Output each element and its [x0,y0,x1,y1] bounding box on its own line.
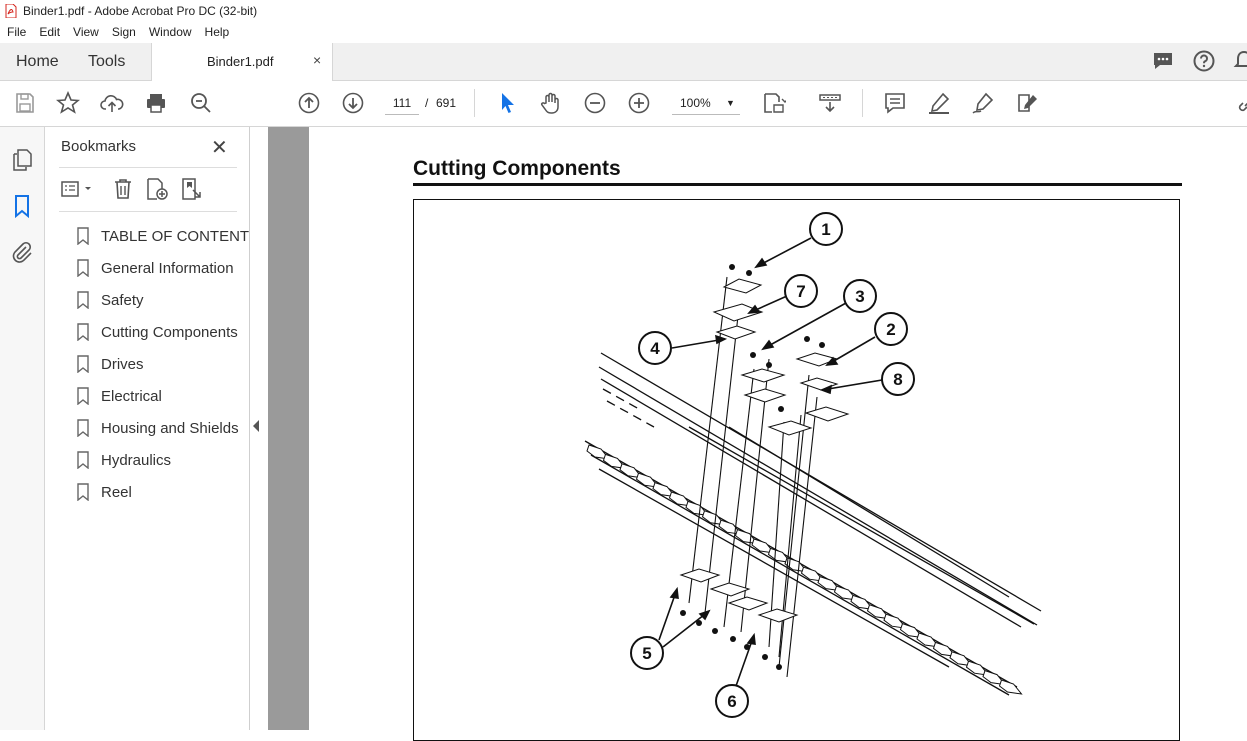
toolbar-divider [862,89,863,117]
toolbar-divider [474,89,475,117]
menu-window[interactable]: Window [142,25,198,39]
bookmark-icon [77,323,89,341]
zoom-out-icon[interactable] [583,91,607,115]
bookmarks-title: Bookmarks [61,138,137,155]
menu-help[interactable]: Help [198,25,236,39]
bookmarks-icon[interactable] [10,194,34,218]
bookmark-item[interactable]: Cutting Components [76,316,249,348]
bookmark-item[interactable]: General Information [76,252,249,284]
next-page-icon[interactable] [341,91,365,115]
notifications-icon[interactable] [1232,49,1247,73]
bookmark-icon [77,451,89,469]
menu-sign[interactable]: Sign [105,25,142,39]
scroll-mode-icon[interactable] [818,91,842,115]
bookmark-label: Housing and Shields [101,419,239,437]
bookmark-label: Cutting Components [101,323,238,341]
bookmark-item[interactable]: Reel [76,476,249,508]
bookmark-icon [77,483,89,501]
comment-icon[interactable] [883,91,907,115]
prev-page-icon[interactable] [297,91,321,115]
highlight-icon[interactable] [927,91,951,115]
bookmark-icon [77,419,89,437]
panel-divider [59,167,237,168]
window-title: Binder1.pdf - Adobe Acrobat Pro DC (32-b… [23,4,258,18]
callout-5: 5 [642,644,651,663]
fit-page-icon[interactable] [762,91,789,115]
bookmark-star-icon[interactable] [55,90,81,115]
page-thumbnails-icon[interactable] [10,148,34,172]
bookmark-icon [77,387,89,405]
bookmarks-panel: Bookmarks ✕ TABLE OF CONTENT General Inf… [45,127,250,730]
title-bar: Binder1.pdf - Adobe Acrobat Pro DC (32-b… [0,0,1247,22]
zoom-select[interactable]: 100% ▼ [672,92,740,115]
pdf-page: Cutting Components 1 2 3 4 5 6 7 8 [309,127,1247,741]
bookmark-icon [77,291,89,309]
callout-3: 3 [855,287,864,306]
attachments-icon[interactable] [10,240,34,264]
new-bookmark-icon[interactable] [145,177,169,201]
bookmark-item[interactable]: Electrical [76,380,249,412]
tab-bar: Home Tools Binder1.pdf × [0,43,1247,81]
bookmark-list: TABLE OF CONTENT General Information Saf… [76,220,249,508]
toolbar [0,81,1247,127]
upload-icon[interactable] [100,91,124,115]
bookmark-label: Safety [101,291,144,309]
bookmark-item[interactable]: Hydraulics [76,444,249,476]
bookmark-icon [77,227,89,245]
page-separator: / [425,96,429,110]
tab-document-label: Binder1.pdf [207,54,274,69]
select-icon[interactable] [496,91,520,115]
link-icon[interactable] [1236,91,1247,115]
fill-sign-icon[interactable] [1015,91,1039,115]
tab-home[interactable]: Home [16,43,59,80]
callout-2: 2 [886,320,895,339]
callout-6: 6 [727,692,736,711]
tab-document[interactable]: Binder1.pdf × [151,43,333,81]
callout-7: 7 [796,282,805,301]
help-icon[interactable] [1192,49,1216,73]
callout-8: 8 [893,370,902,389]
panel-divider [59,211,237,212]
menu-bar: File Edit View Sign Window Help [0,22,1247,42]
cutterbar-illustration: 1 2 3 4 5 6 7 8 [584,212,1042,718]
tab-tools[interactable]: Tools [88,43,125,80]
menu-edit[interactable]: Edit [32,25,66,39]
bookmark-label: Drives [101,355,144,373]
bookmark-item[interactable]: TABLE OF CONTENT [76,220,249,252]
close-panel-icon[interactable]: ✕ [211,135,228,160]
zoom-in-icon[interactable] [627,91,651,115]
menu-view[interactable]: View [66,25,105,39]
save-icon[interactable] [13,91,37,115]
zoom-value: 100% [680,96,711,110]
zoom-dropdown-icon: ▼ [726,98,735,108]
callout-4: 4 [650,339,660,358]
menu-file[interactable]: File [0,25,32,39]
bookmark-options-icon[interactable] [60,177,94,201]
bookmark-item[interactable]: Housing and Shields [76,412,249,444]
page-total: 691 [436,96,457,110]
bookmark-label: TABLE OF CONTENT [101,227,250,245]
bookmark-from-selection-icon[interactable] [180,177,204,201]
navigation-rail [0,127,45,730]
acrobat-icon [5,4,17,18]
sign-icon[interactable] [971,91,995,115]
bookmark-label: Electrical [101,387,162,405]
collapse-panel-icon[interactable] [253,420,259,432]
page-number-input[interactable]: 111 [385,92,419,115]
bookmark-icon [77,259,89,277]
callout-1: 1 [821,220,830,239]
search-icon[interactable] [189,91,213,115]
chat-icon[interactable] [1151,49,1175,73]
bookmark-label: General Information [101,259,234,277]
close-tab-icon[interactable]: × [313,52,321,68]
print-icon[interactable] [144,91,168,115]
bookmark-item[interactable]: Safety [76,284,249,316]
bookmark-item[interactable]: Drives [76,348,249,380]
bookmark-icon [77,355,89,373]
hand-icon[interactable] [539,91,563,115]
bookmark-label: Hydraulics [101,451,172,469]
bookmark-label: Reel [101,483,132,501]
delete-bookmark-icon[interactable] [111,177,135,201]
